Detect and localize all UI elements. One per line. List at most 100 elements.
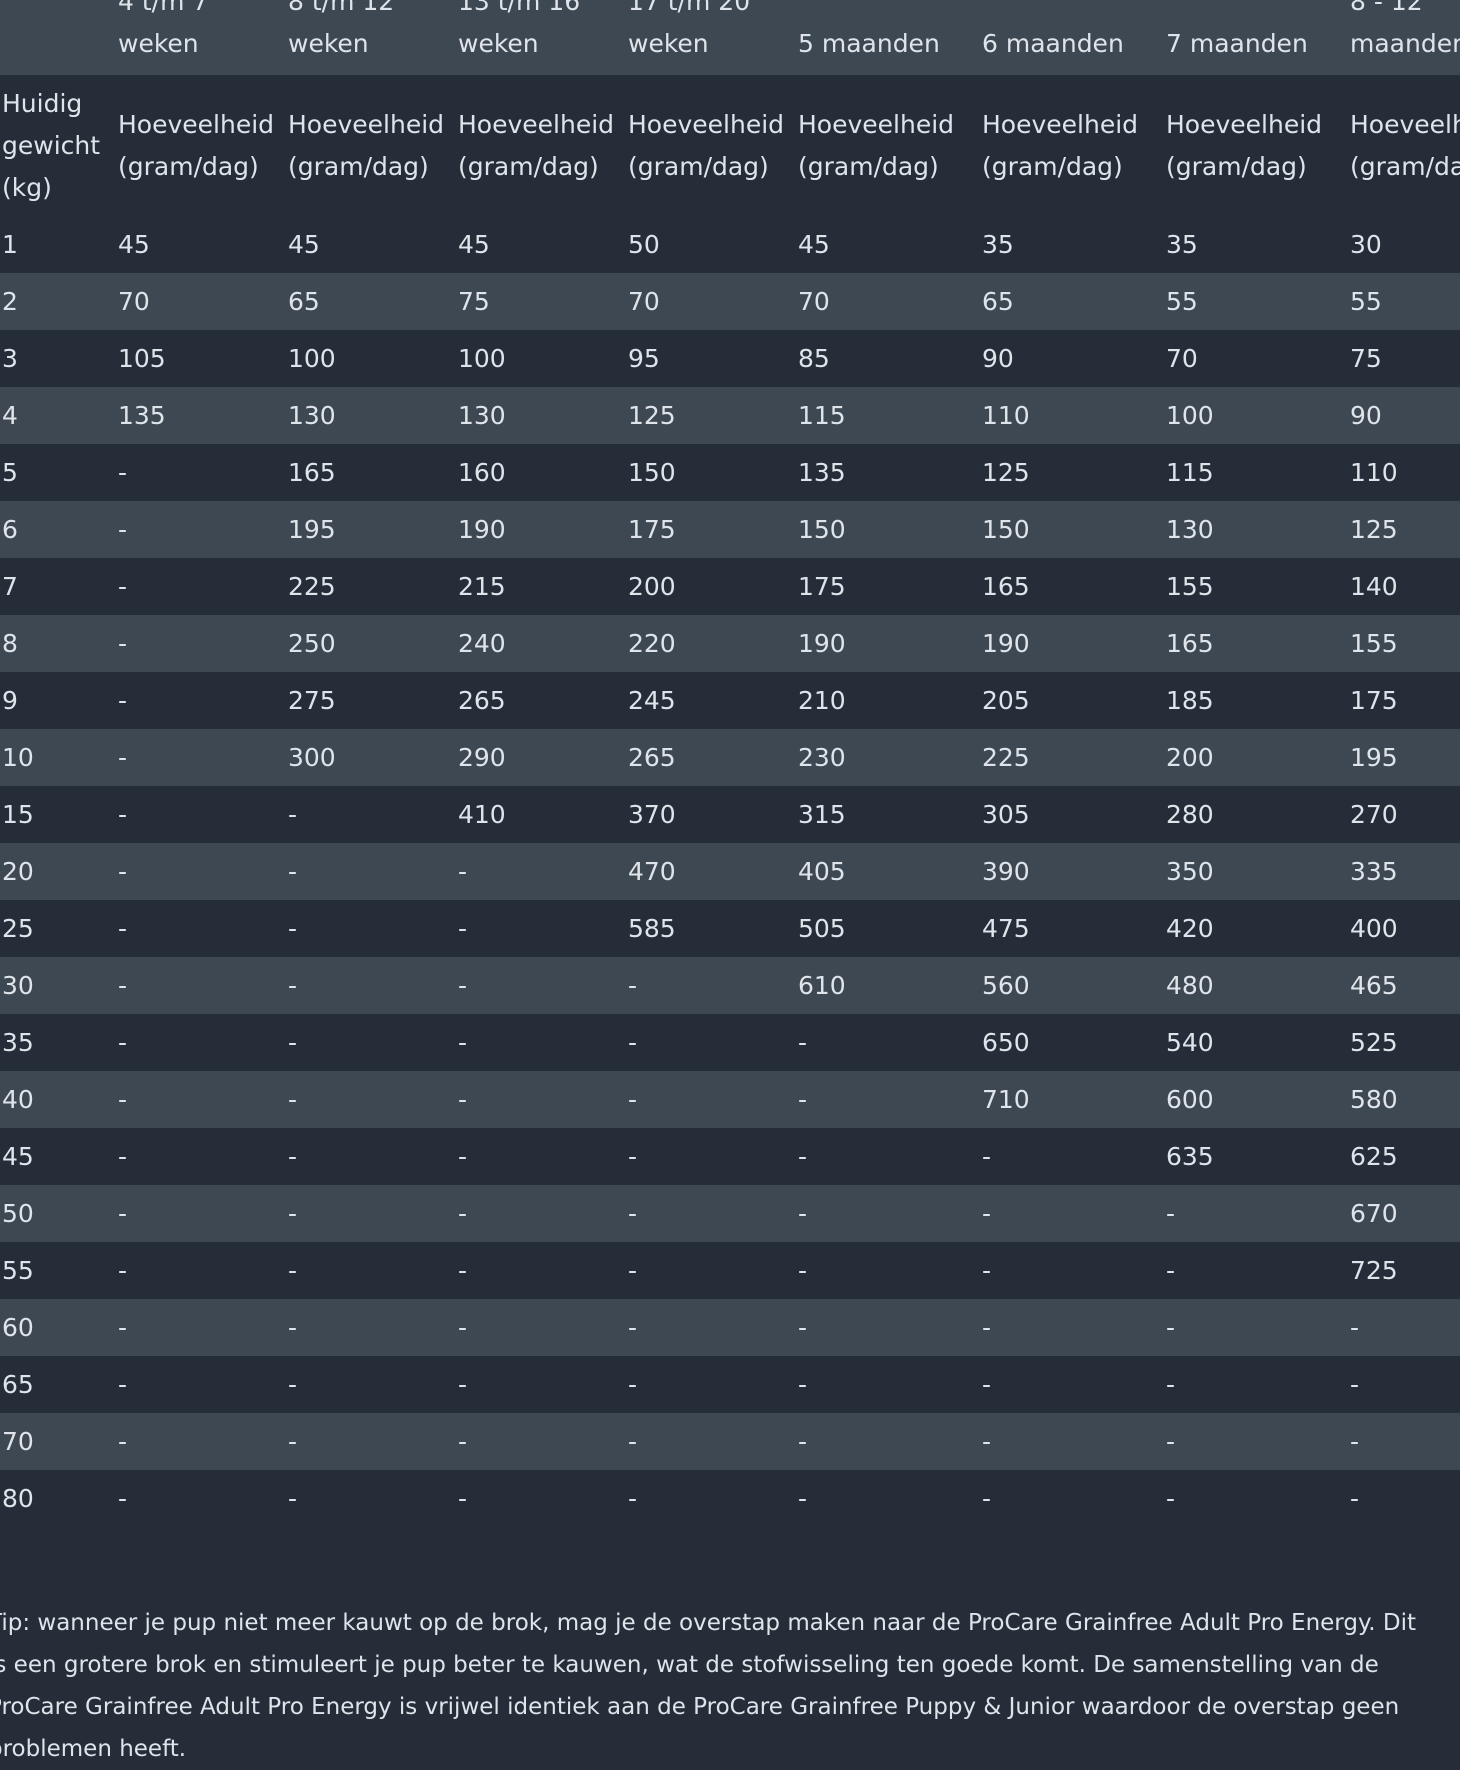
amount-cell: 190 — [982, 628, 1030, 658]
amount-cell: - — [458, 1369, 468, 1399]
unit-header-cell: Hoeveelheid (gram/dag) — [798, 109, 955, 181]
table-row: 25 - - - 585 505 475 420 400 — [0, 900, 1460, 957]
amount-cell: 140 — [1350, 571, 1398, 601]
amount-cell: - — [288, 1027, 298, 1057]
amount-cell: - — [288, 1426, 298, 1456]
amount-cell: 200 — [628, 571, 676, 601]
amount-cell: 130 — [458, 400, 506, 430]
amount-cell: - — [118, 913, 128, 943]
amount-cell: - — [288, 1084, 298, 1114]
amount-cell: - — [458, 913, 468, 943]
table-row: 15 - - 410 370 315 305 280 270 — [0, 786, 1460, 843]
amount-cell: 305 — [982, 799, 1030, 829]
amount-cell: - — [1350, 1426, 1360, 1456]
unit-header-cell: Hoeveelheid (gram/dag) — [628, 109, 785, 181]
weight-cell: 20 — [2, 856, 34, 886]
amount-cell: 135 — [118, 400, 166, 430]
amount-cell: - — [458, 1255, 468, 1285]
amount-cell: 540 — [1166, 1027, 1214, 1057]
unit-header-cell: Hoeveelheid (gram/dag) — [1350, 109, 1460, 181]
amount-cell: 150 — [628, 457, 676, 487]
unit-header-row: Huidig gewicht (kg) Hoeveelheid (gram/da… — [0, 75, 1460, 216]
table-row: 20 - - - 470 405 390 350 335 — [0, 843, 1460, 900]
amount-cell: - — [288, 913, 298, 943]
amount-cell: 75 — [1350, 343, 1382, 373]
table-row: 80 - - - - - - - - — [0, 1470, 1460, 1527]
amount-cell: - — [118, 970, 128, 1000]
amount-cell: 55 — [1350, 286, 1382, 316]
unit-header-cell: Hoeveelheid (gram/dag) — [288, 109, 445, 181]
amount-cell: 65 — [288, 286, 320, 316]
amount-cell: - — [118, 1369, 128, 1399]
amount-cell: - — [458, 856, 468, 886]
weight-cell: 40 — [2, 1084, 34, 1114]
amount-cell: 150 — [982, 514, 1030, 544]
amount-cell: 135 — [798, 457, 846, 487]
amount-cell: 190 — [458, 514, 506, 544]
amount-cell: 90 — [1350, 400, 1382, 430]
unit-header-cell: Hoeveelheid (gram/dag) — [458, 109, 615, 181]
amount-cell: - — [628, 1027, 638, 1057]
table-row: 7 - 225 215 200 175 165 155 140 — [0, 558, 1460, 615]
amount-cell: 130 — [1166, 514, 1214, 544]
amount-cell: 475 — [982, 913, 1030, 943]
amount-cell: 220 — [628, 628, 676, 658]
weight-cell: 6 — [2, 514, 18, 544]
amount-cell: - — [118, 628, 128, 658]
amount-cell: 465 — [1350, 970, 1398, 1000]
amount-cell: 175 — [798, 571, 846, 601]
amount-cell: 625 — [1350, 1141, 1398, 1171]
amount-cell: - — [628, 1255, 638, 1285]
amount-cell: - — [982, 1369, 992, 1399]
age-header-cell: 8 - 12 maanden — [1350, 0, 1460, 58]
amount-cell: 505 — [798, 913, 846, 943]
amount-cell: - — [118, 799, 128, 829]
age-header-cell: 13 t/m 16 weken — [458, 0, 581, 58]
amount-cell: 165 — [982, 571, 1030, 601]
weight-cell: 65 — [2, 1369, 34, 1399]
amount-cell: - — [458, 1312, 468, 1342]
table-row: 60 - - - - - - - - — [0, 1299, 1460, 1356]
amount-cell: 195 — [1350, 742, 1398, 772]
weight-cell: 3 — [2, 343, 18, 373]
amount-cell: 300 — [288, 742, 336, 772]
amount-cell: - — [118, 1141, 128, 1171]
table-row: 6 - 195 190 175 150 150 130 125 — [0, 501, 1460, 558]
age-header-cell: 8 t/m 12 weken — [288, 0, 395, 58]
amount-cell: - — [288, 1255, 298, 1285]
amount-cell: 95 — [628, 343, 660, 373]
amount-cell: 45 — [288, 229, 320, 259]
amount-cell: - — [628, 1141, 638, 1171]
amount-cell: - — [798, 1369, 808, 1399]
amount-cell: 410 — [458, 799, 506, 829]
amount-cell: 190 — [798, 628, 846, 658]
amount-cell: - — [982, 1141, 992, 1171]
weight-cell: 25 — [2, 913, 34, 943]
amount-cell: 205 — [982, 685, 1030, 715]
amount-cell: 265 — [628, 742, 676, 772]
amount-cell: 155 — [1166, 571, 1214, 601]
amount-cell: - — [118, 1483, 128, 1513]
weight-cell: 9 — [2, 685, 18, 715]
table-row: 1 45 45 45 50 45 35 35 30 — [0, 216, 1460, 273]
amount-cell: - — [118, 514, 128, 544]
amount-cell: 420 — [1166, 913, 1214, 943]
unit-header-cell: Hoeveelheid (gram/dag) — [982, 109, 1139, 181]
table-row: 8 - 250 240 220 190 190 165 155 — [0, 615, 1460, 672]
amount-cell: 560 — [982, 970, 1030, 1000]
tip-text: Tip: wanneer je pup niet meer kauwt op d… — [0, 1610, 1417, 1762]
amount-cell: - — [118, 1198, 128, 1228]
age-header-cell — [0, 0, 116, 75]
amount-cell: - — [288, 1141, 298, 1171]
amount-cell: 155 — [1350, 628, 1398, 658]
amount-cell: 225 — [982, 742, 1030, 772]
amount-cell: - — [798, 1141, 808, 1171]
amount-cell: 280 — [1166, 799, 1214, 829]
amount-cell: - — [1166, 1312, 1176, 1342]
amount-cell: 610 — [798, 970, 846, 1000]
amount-cell: 45 — [798, 229, 830, 259]
age-header-row: 4 t/m 7 weken 8 t/m 12 weken 13 t/m 16 w… — [0, 0, 1460, 75]
amount-cell: - — [118, 685, 128, 715]
weight-cell: 1 — [2, 229, 18, 259]
amount-cell: 400 — [1350, 913, 1398, 943]
